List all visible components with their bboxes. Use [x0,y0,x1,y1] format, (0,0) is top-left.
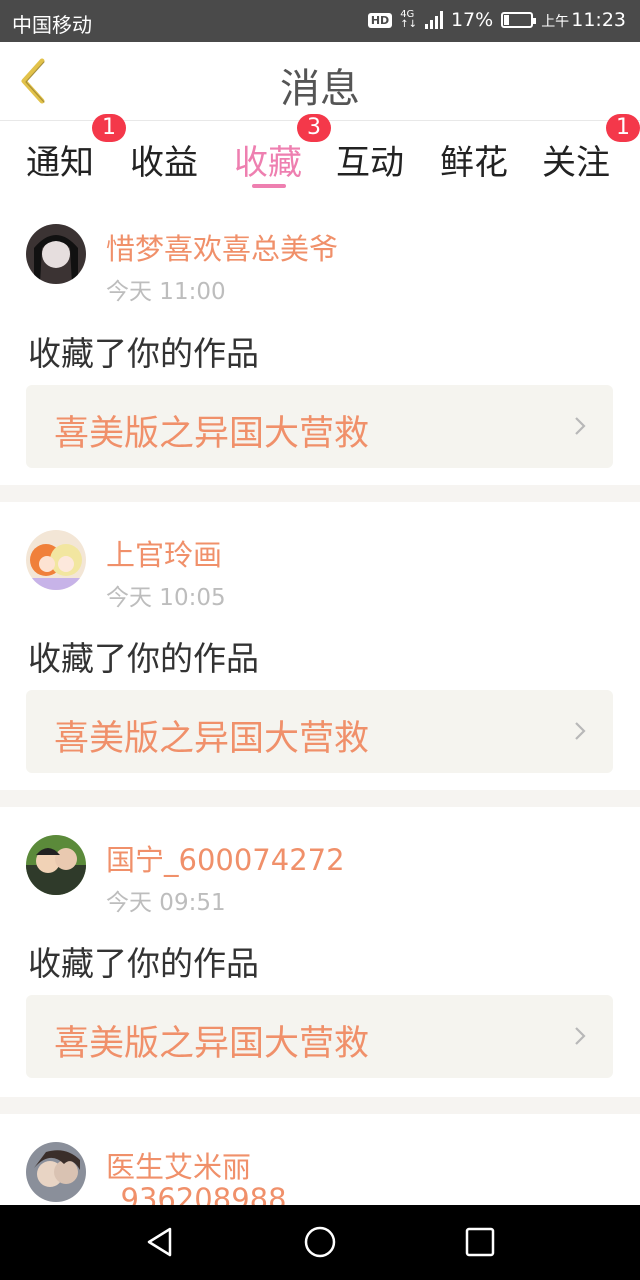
divider [0,790,640,807]
status-indicators: HD 4G ↑↓ 17% 上午 11:23 [367,9,626,31]
tab-badge: 1 [92,114,126,142]
divider [0,485,640,502]
time-prefix: 上午 [541,14,570,30]
tab-badge: 3 [297,114,331,142]
tab-flowers[interactable]: 鲜花 [440,135,508,184]
work-link[interactable]: 喜美版之异国大营救 [26,385,613,468]
action-text: 收藏了你的作品 [28,639,259,678]
network-4g-icon: 4G ↑↓ [400,9,417,30]
chevron-right-icon [575,1027,586,1045]
recents-square-icon[interactable] [463,1225,497,1259]
active-tab-indicator [252,184,286,188]
signal-icon [424,11,443,29]
tab-notifications[interactable]: 通知 [26,135,94,184]
message-card: 上官玲画 今天 10:05 收藏了你的作品 喜美版之异国大营救 [0,502,640,790]
battery-icon [501,12,537,28]
timestamp: 今天 09:51 [106,890,226,916]
tab-interactions[interactable]: 互动 [336,135,404,184]
username[interactable]: 国宁_600074272 [106,837,345,879]
work-title: 喜美版之异国大营救 [54,719,370,759]
username[interactable]: 上官玲画 [106,532,222,574]
action-text: 收藏了你的作品 [28,944,259,983]
carrier-label: 中国移动 [12,13,92,37]
work-title: 喜美版之异国大营救 [54,1024,370,1064]
avatar[interactable] [26,530,86,590]
status-bar: 中国移动 HD 4G ↑↓ 17% 上午 11:23 [0,0,640,42]
message-card: 惜梦喜欢喜总美爷 今天 11:00 收藏了你的作品 喜美版之异国大营救 [0,199,640,485]
avatar[interactable] [26,1142,86,1202]
username[interactable]: 惜梦喜欢喜总美爷 [106,226,338,268]
action-text: 收藏了你的作品 [28,334,259,373]
user-id: _936208988 [106,1182,287,1205]
tab-earnings[interactable]: 收益 [130,135,198,184]
avatar[interactable] [26,835,86,895]
back-triangle-icon[interactable] [143,1225,177,1259]
battery-percent: 17% [450,9,494,31]
tab-follows[interactable]: 关注 [542,135,610,184]
hd-icon: HD [367,12,393,28]
work-link[interactable]: 喜美版之异国大营救 [26,690,613,773]
timestamp: 今天 11:00 [106,279,226,305]
message-card: 国宁_600074272 今天 09:51 收藏了你的作品 喜美版之异国大营救 [0,807,640,1097]
tab-bar: 通知 1 收益 收藏 3 互动 鲜花 关注 1 [0,114,640,199]
timestamp: 今天 10:05 [106,585,226,611]
page-title: 消息 [280,66,360,112]
divider [0,1097,640,1114]
tab-favorites[interactable]: 收藏 [234,135,302,184]
chevron-right-icon [575,417,586,435]
home-circle-icon[interactable] [303,1225,337,1259]
avatar[interactable] [26,224,86,284]
work-title: 喜美版之异国大营救 [54,414,370,454]
chevron-right-icon [575,722,586,740]
system-nav-bar [0,1205,640,1280]
tab-badge: 1 [606,114,640,142]
header: 消息 [0,42,640,121]
message-card: 医生艾米丽 _936208988 [0,1114,640,1205]
clock: 11:23 [571,9,626,31]
work-link[interactable]: 喜美版之异国大营救 [26,995,613,1078]
username[interactable]: 医生艾米丽 [106,1144,251,1186]
